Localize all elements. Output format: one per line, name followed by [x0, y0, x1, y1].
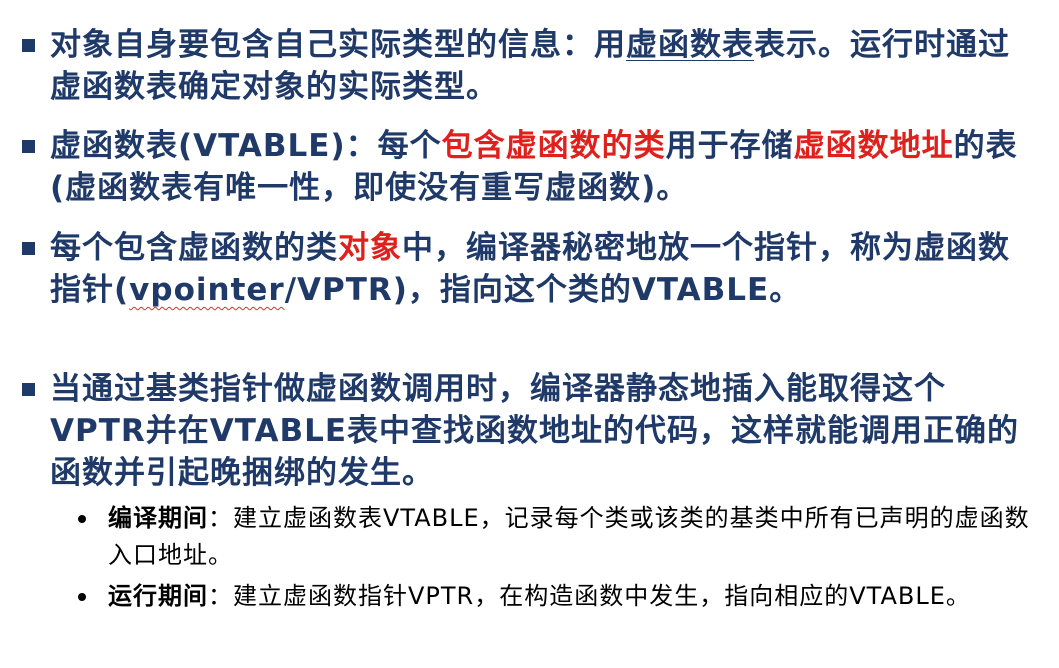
sub-bullet-text: 编译期间：建立虚函数表VTABLE，记录每个类或该类的基类中所有已声明的虚函数入… [108, 500, 1038, 574]
highlighted-term: 虚函数地址 [793, 128, 954, 164]
sub-bullet-term: 运行期间 [108, 582, 208, 610]
highlighted-term: 对象 [338, 230, 402, 266]
underlined-term: 虚函数表 [626, 27, 754, 63]
bullet-item: 每个包含虚函数的类对象中，编译器秘密地放一个指针，称为虚函数指针(vpointe… [22, 227, 1032, 311]
bullet-text-segment: /VPTR)，指向这个类的VTABLE。 [284, 272, 802, 308]
bullet-item: 虚函数表(VTABLE)：每个包含虚函数的类用于存储虚函数地址的表(虚函数表有唯… [22, 125, 1032, 209]
sub-bullet-item: 运行期间：建立虚函数指针VPTR，在构造函数中发生，指向相应的VTABLE。 [78, 578, 1038, 615]
bullet-text: 虚函数表(VTABLE)：每个包含虚函数的类用于存储虚函数地址的表(虚函数表有唯… [50, 125, 1032, 209]
bullet-text: 每个包含虚函数的类对象中，编译器秘密地放一个指针，称为虚函数指针(vpointe… [50, 227, 1032, 311]
bullet-text: 当通过基类指针做虚函数调用时，编译器静态地插入能取得这个VPTR并在VTABLE… [50, 371, 1020, 491]
round-bullet-icon [78, 593, 86, 601]
square-bullet-icon [22, 140, 35, 153]
sub-bullet-body: ：建立虚函数表VTABLE，记录每个类或该类的基类中所有已声明的虚函数入口地址。 [108, 504, 1030, 569]
square-bullet-icon [22, 39, 35, 52]
bullet-item: 对象自身要包含自己实际类型的信息：用虚函数表表示。运行时通过虚函数表确定对象的实… [22, 24, 1032, 108]
bullet-text-segment: 虚函数表(VTABLE)：每个 [50, 128, 442, 164]
sub-bullet-body: ：建立虚函数指针VPTR，在构造函数中发生，指向相应的VTABLE。 [208, 582, 971, 610]
round-bullet-icon [78, 515, 86, 523]
square-bullet-icon [22, 383, 35, 396]
bullet-item: 当通过基类指针做虚函数调用时，编译器静态地插入能取得这个VPTR并在VTABLE… [22, 368, 1032, 494]
sub-bullet-text: 运行期间：建立虚函数指针VPTR，在构造函数中发生，指向相应的VTABLE。 [108, 578, 1038, 615]
bullet-text-segment: 每个包含虚函数的类 [50, 230, 338, 266]
sub-bullet-item: 编译期间：建立虚函数表VTABLE，记录每个类或该类的基类中所有已声明的虚函数入… [78, 500, 1038, 574]
slide: 对象自身要包含自己实际类型的信息：用虚函数表表示。运行时通过虚函数表确定对象的实… [0, 0, 1059, 668]
square-bullet-icon [22, 242, 35, 255]
bullet-text-segment: 用于存储 [665, 128, 794, 164]
highlighted-term: 包含虚函数的类 [441, 128, 666, 164]
sub-bullet-term: 编译期间 [108, 504, 208, 532]
bullet-text-segment: 对象自身要包含自己实际类型的信息：用 [50, 27, 626, 63]
spellcheck-underlined-term: vpointer [129, 272, 285, 308]
bullet-text: 对象自身要包含自己实际类型的信息：用虚函数表表示。运行时通过虚函数表确定对象的实… [50, 24, 1032, 108]
